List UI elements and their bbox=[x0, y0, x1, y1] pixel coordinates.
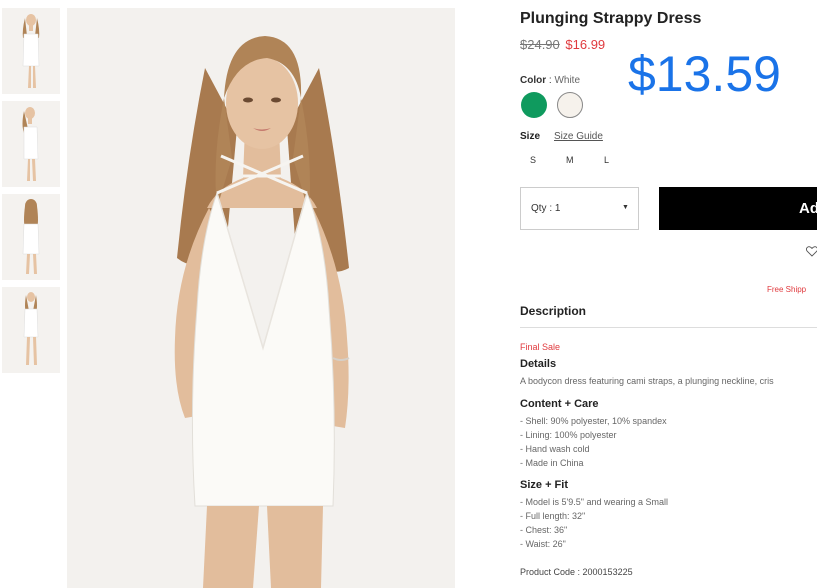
details-text: A bodycon dress featuring cami straps, a… bbox=[520, 376, 774, 386]
content-care-item: - Shell: 90% polyester, 10% spandex bbox=[520, 416, 667, 426]
thumbnail-full[interactable] bbox=[2, 287, 60, 373]
main-product-image[interactable] bbox=[67, 8, 455, 588]
color-label-text: Color bbox=[520, 75, 547, 86]
size-option-m[interactable]: M bbox=[566, 155, 574, 165]
model-thumbnail-image bbox=[22, 199, 40, 274]
content-care-item: - Lining: 100% polyester bbox=[520, 430, 617, 440]
thumbnail-strip bbox=[2, 8, 60, 380]
content-care-item: - Made in China bbox=[520, 458, 584, 468]
details-title: Details bbox=[520, 358, 557, 370]
size-option-s[interactable]: S bbox=[530, 155, 536, 165]
wishlist-heart-icon[interactable] bbox=[805, 244, 817, 262]
size-option-l[interactable]: L bbox=[604, 155, 609, 165]
size-fit-item: - Chest: 36" bbox=[520, 525, 568, 535]
size-guide-link[interactable]: Size Guide bbox=[554, 131, 603, 142]
thumbnail-side[interactable] bbox=[2, 101, 60, 187]
chevron-down-icon: ▼ bbox=[622, 204, 629, 211]
color-label: Color : White bbox=[520, 75, 580, 86]
size-fit-item: - Waist: 26" bbox=[520, 539, 566, 549]
price-row: $24.90 $16.99 bbox=[520, 37, 605, 52]
thumbnail-back[interactable] bbox=[2, 194, 60, 280]
content-care-item: - Hand wash cold bbox=[520, 444, 590, 454]
sale-price: $16.99 bbox=[565, 37, 606, 52]
description-divider bbox=[520, 327, 817, 328]
content-care-title: Content + Care bbox=[520, 398, 599, 410]
free-shipping-notice: Free Shipp bbox=[767, 285, 807, 294]
quantity-value: Qty : 1 bbox=[531, 203, 561, 214]
add-to-bag-label: Ad bbox=[799, 200, 817, 217]
original-price: $24.90 bbox=[520, 37, 560, 52]
quantity-select[interactable]: Qty : 1 ▼ bbox=[520, 187, 639, 230]
thumbnail-front[interactable] bbox=[2, 8, 60, 94]
model-thumbnail-image bbox=[23, 292, 39, 365]
model-thumbnail-image bbox=[22, 107, 39, 181]
size-label: Size bbox=[520, 131, 541, 142]
description-heading: Description bbox=[520, 304, 587, 318]
discount-price-overlay: $13.59 bbox=[628, 46, 781, 102]
final-sale-label: Final Sale bbox=[520, 342, 561, 352]
size-fit-title: Size + Fit bbox=[520, 479, 568, 491]
size-fit-item: - Full length: 32" bbox=[520, 511, 586, 521]
color-swatch-white[interactable] bbox=[557, 92, 583, 118]
size-fit-item: - Model is 5'9.5" and wearing a Small bbox=[520, 497, 668, 507]
model-photo bbox=[67, 8, 455, 588]
model-thumbnail-image bbox=[22, 14, 40, 88]
color-swatch-green[interactable] bbox=[521, 92, 547, 118]
product-title: Plunging Strappy Dress bbox=[520, 10, 702, 27]
add-to-bag-button[interactable]: Ad bbox=[659, 187, 817, 230]
selected-color: White bbox=[554, 75, 581, 86]
product-code: Product Code : 2000153225 bbox=[520, 567, 633, 577]
